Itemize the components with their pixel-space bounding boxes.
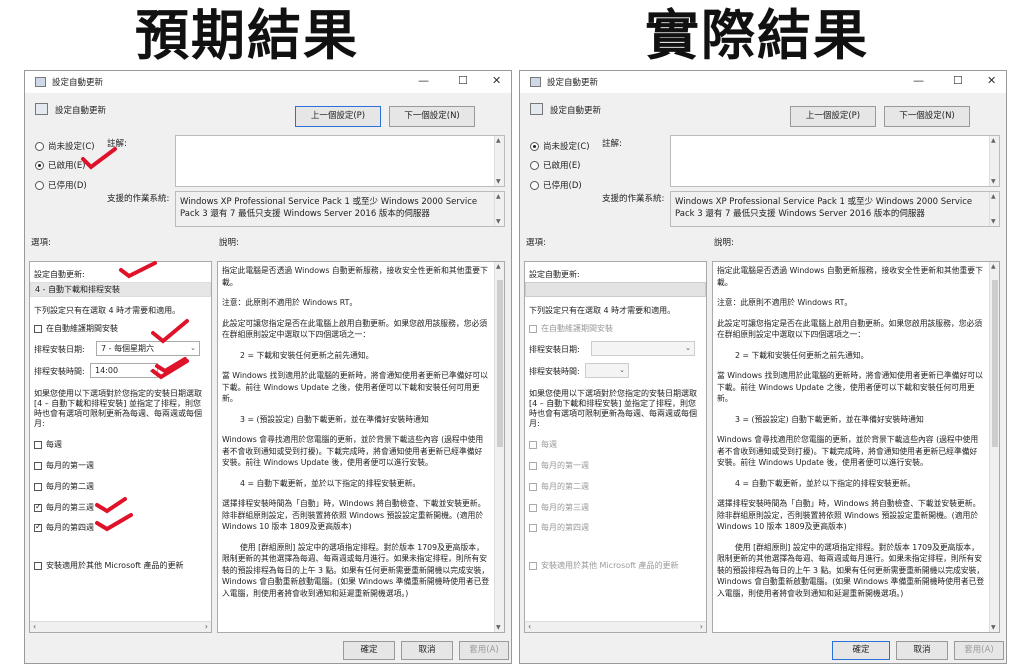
checkbox-box[interactable] — [529, 523, 537, 532]
radio-circle[interactable] — [530, 180, 539, 190]
red-checkmark — [95, 497, 127, 514]
options-label: 選項: — [526, 238, 546, 248]
help-paragraph: 3 = (預設設定) 自動下載更新，並在準備好安裝時通知 — [735, 414, 924, 424]
scroll-up-icon[interactable]: ▲ — [991, 137, 996, 144]
checkbox-label: 每月的第四週 — [541, 523, 589, 532]
checkbox-box[interactable] — [529, 440, 537, 449]
checkbox-label: 每週 — [541, 440, 557, 449]
red-checkmark — [119, 261, 157, 279]
checkbox-box[interactable] — [529, 461, 537, 470]
ok-button[interactable]: 確定 — [832, 641, 890, 660]
chevron-down-icon: ⌄ — [685, 344, 691, 352]
policy-icon — [530, 77, 541, 87]
scroll-right-icon[interactable]: › — [700, 622, 703, 631]
radio-circle[interactable] — [530, 160, 539, 170]
install-time-dropdown[interactable]: ⌄ — [585, 363, 629, 378]
fourth-week-checkbox[interactable]: 每月的第四週 — [529, 522, 589, 533]
help-paragraph: 選擇排程安裝時間為「自動」時，Windows 將自動檢查、下載並安裝更新。除非群… — [717, 499, 981, 531]
dialog-expected: 設定自動更新 — ☐ ✕ 設定自動更新 上一個設定(P) 下一個設定(N) 尚未… — [24, 70, 512, 664]
checkbox-box[interactable] — [529, 324, 537, 333]
checkbox-box[interactable] — [529, 503, 537, 512]
window-title: 設定自動更新 — [547, 78, 599, 88]
install-time-label: 排程安裝時間: — [529, 367, 580, 376]
close-icon[interactable]: ✕ — [987, 74, 996, 87]
help-paragraph: 當 Windows 找到適用於此電腦的更新時，將會通知使用者更新已準備好可以下載… — [717, 371, 983, 403]
radio-label: 已啟用(E) — [543, 161, 581, 171]
next-setting-button[interactable]: 下一個設定(N) — [884, 106, 970, 127]
third-week-checkbox[interactable]: 每月的第三週 — [529, 502, 589, 513]
heading-expected: 預期結果 — [135, 4, 359, 67]
scrollbar[interactable]: ▲ ▼ — [989, 136, 999, 186]
minimize-icon[interactable]: — — [913, 74, 924, 87]
radio-enabled[interactable]: 已啟用(E) — [530, 159, 581, 171]
help-paragraph: 2 = 下載和安裝任何更新之前先通知。 — [735, 350, 869, 360]
setting-icon — [530, 103, 543, 115]
help-paragraph: 4 = 自動下載更新，並於以下指定的排程安裝更新。 — [735, 478, 916, 488]
checkbox-label: 每月的第二週 — [541, 482, 589, 491]
scroll-up-icon[interactable]: ▲ — [991, 263, 996, 270]
mode-dropdown[interactable] — [525, 282, 706, 297]
setting-title: 設定自動更新 — [550, 106, 602, 116]
red-checkmark — [95, 513, 133, 532]
checkbox-box[interactable] — [529, 482, 537, 491]
scroll-up-icon[interactable]: ▲ — [991, 193, 996, 200]
help-pane: 指定此電腦是否透過 Windows 自動更新服務，接收安全性更新和其他重要下載。… — [712, 261, 1000, 633]
maintenance-checkbox[interactable]: 在自動維護期間安裝 — [529, 323, 613, 334]
checkbox-label: 每月的第三週 — [541, 503, 589, 512]
previous-setting-button[interactable]: 上一個設定(P) — [790, 106, 876, 127]
scroll-down-icon[interactable]: ▼ — [991, 178, 996, 185]
install-day-dropdown[interactable]: ⌄ — [591, 341, 695, 356]
apply-button[interactable]: 套用(A) — [954, 641, 1004, 660]
red-checkmark-annotations — [81, 147, 189, 532]
radio-label: 尚未設定(C) — [543, 142, 590, 152]
comment-textarea[interactable]: ▲ ▼ — [670, 135, 1000, 187]
options-desc-line: 時也會有選項可限制更新為每週、每兩週或每個 — [529, 409, 697, 418]
configure-label: 設定自動更新: — [529, 270, 580, 279]
checkbox-label: 每月的第一週 — [541, 461, 589, 470]
install-day-label: 排程安裝日期: — [529, 345, 580, 354]
red-checkmark — [81, 147, 117, 170]
supported-on-label: 支援的作業系統: — [602, 194, 665, 204]
title-bar: 設定自動更新 — ☐ ✕ — [520, 71, 1006, 93]
help-paragraph: 注意：此原則不適用於 Windows RT。 — [717, 298, 853, 307]
supported-on-box: Windows XP Professional Service Pack 1 或… — [670, 191, 1000, 227]
comment-label: 註解: — [602, 139, 622, 149]
help-paragraph: Windows 會尋找適用於您電腦的更新，並於背景下載這些內容 (過程中使用者不… — [717, 435, 979, 467]
second-week-checkbox[interactable]: 每月的第二週 — [529, 481, 589, 492]
chevron-down-icon: ⌄ — [619, 366, 625, 374]
help-paragraph: 此設定可讓您指定是否在此電腦上啟用自動更新。如果您啟用該服務，您必須在群組原則設… — [717, 318, 983, 340]
options-desc-line: 月: — [529, 419, 540, 428]
help-text: 指定此電腦是否透過 Windows 自動更新服務，接收安全性更新和其他重要下載。… — [717, 265, 985, 608]
checkbox-label: 安裝適用於其他 Microsoft 產品的更新 — [541, 561, 679, 570]
scroll-thumb[interactable] — [992, 280, 998, 447]
first-week-checkbox[interactable]: 每月的第一週 — [529, 460, 589, 471]
radio-circle[interactable] — [530, 141, 539, 151]
maximize-icon[interactable]: ☐ — [953, 74, 963, 87]
scroll-down-icon[interactable]: ▼ — [991, 624, 996, 631]
scrollbar[interactable]: ▲ ▼ — [989, 262, 999, 632]
help-paragraph: 指定此電腦是否透過 Windows 自動更新服務，接收安全性更新和其他重要下載。 — [717, 266, 983, 287]
help-label: 說明: — [714, 238, 734, 248]
checkbox-box[interactable] — [529, 561, 537, 570]
microsoft-updates-checkbox[interactable]: 安裝適用於其他 Microsoft 產品的更新 — [529, 560, 679, 571]
horizontal-scrollbar[interactable]: ‹ › — [525, 621, 706, 632]
checkbox-label: 在自動維護期間安裝 — [541, 324, 613, 333]
radio-not-configured[interactable]: 尚未設定(C) — [530, 140, 590, 152]
options-note: 下列設定只有在選取 4 時才需要和適用。 — [529, 306, 676, 315]
radio-label: 已停用(D) — [543, 181, 582, 191]
supported-on-text: Windows XP Professional Service Pack 1 或… — [675, 197, 973, 219]
dialog-actual: 設定自動更新 — ☐ ✕ 設定自動更新 上一個設定(P) 下一個設定(N) 尚未… — [519, 70, 1007, 664]
scroll-left-icon[interactable]: ‹ — [528, 622, 531, 631]
help-paragraph: 使用 [群組原則] 設定中的選項指定排程。對於版本 1709及更高版本，限制更新… — [717, 542, 985, 598]
red-checkmark — [151, 319, 189, 344]
scrollbar[interactable]: ▲ ▼ — [989, 192, 999, 226]
heading-actual: 實際結果 — [645, 4, 869, 67]
scroll-down-icon[interactable]: ▼ — [991, 218, 996, 225]
options-pane: 設定自動更新: 下列設定只有在選取 4 時才需要和適用。 在自動維護期間安裝 排… — [524, 261, 707, 633]
cancel-button[interactable]: 取消 — [896, 641, 948, 660]
radio-disabled[interactable]: 已停用(D) — [530, 179, 582, 191]
weekly-checkbox[interactable]: 每週 — [529, 439, 557, 450]
